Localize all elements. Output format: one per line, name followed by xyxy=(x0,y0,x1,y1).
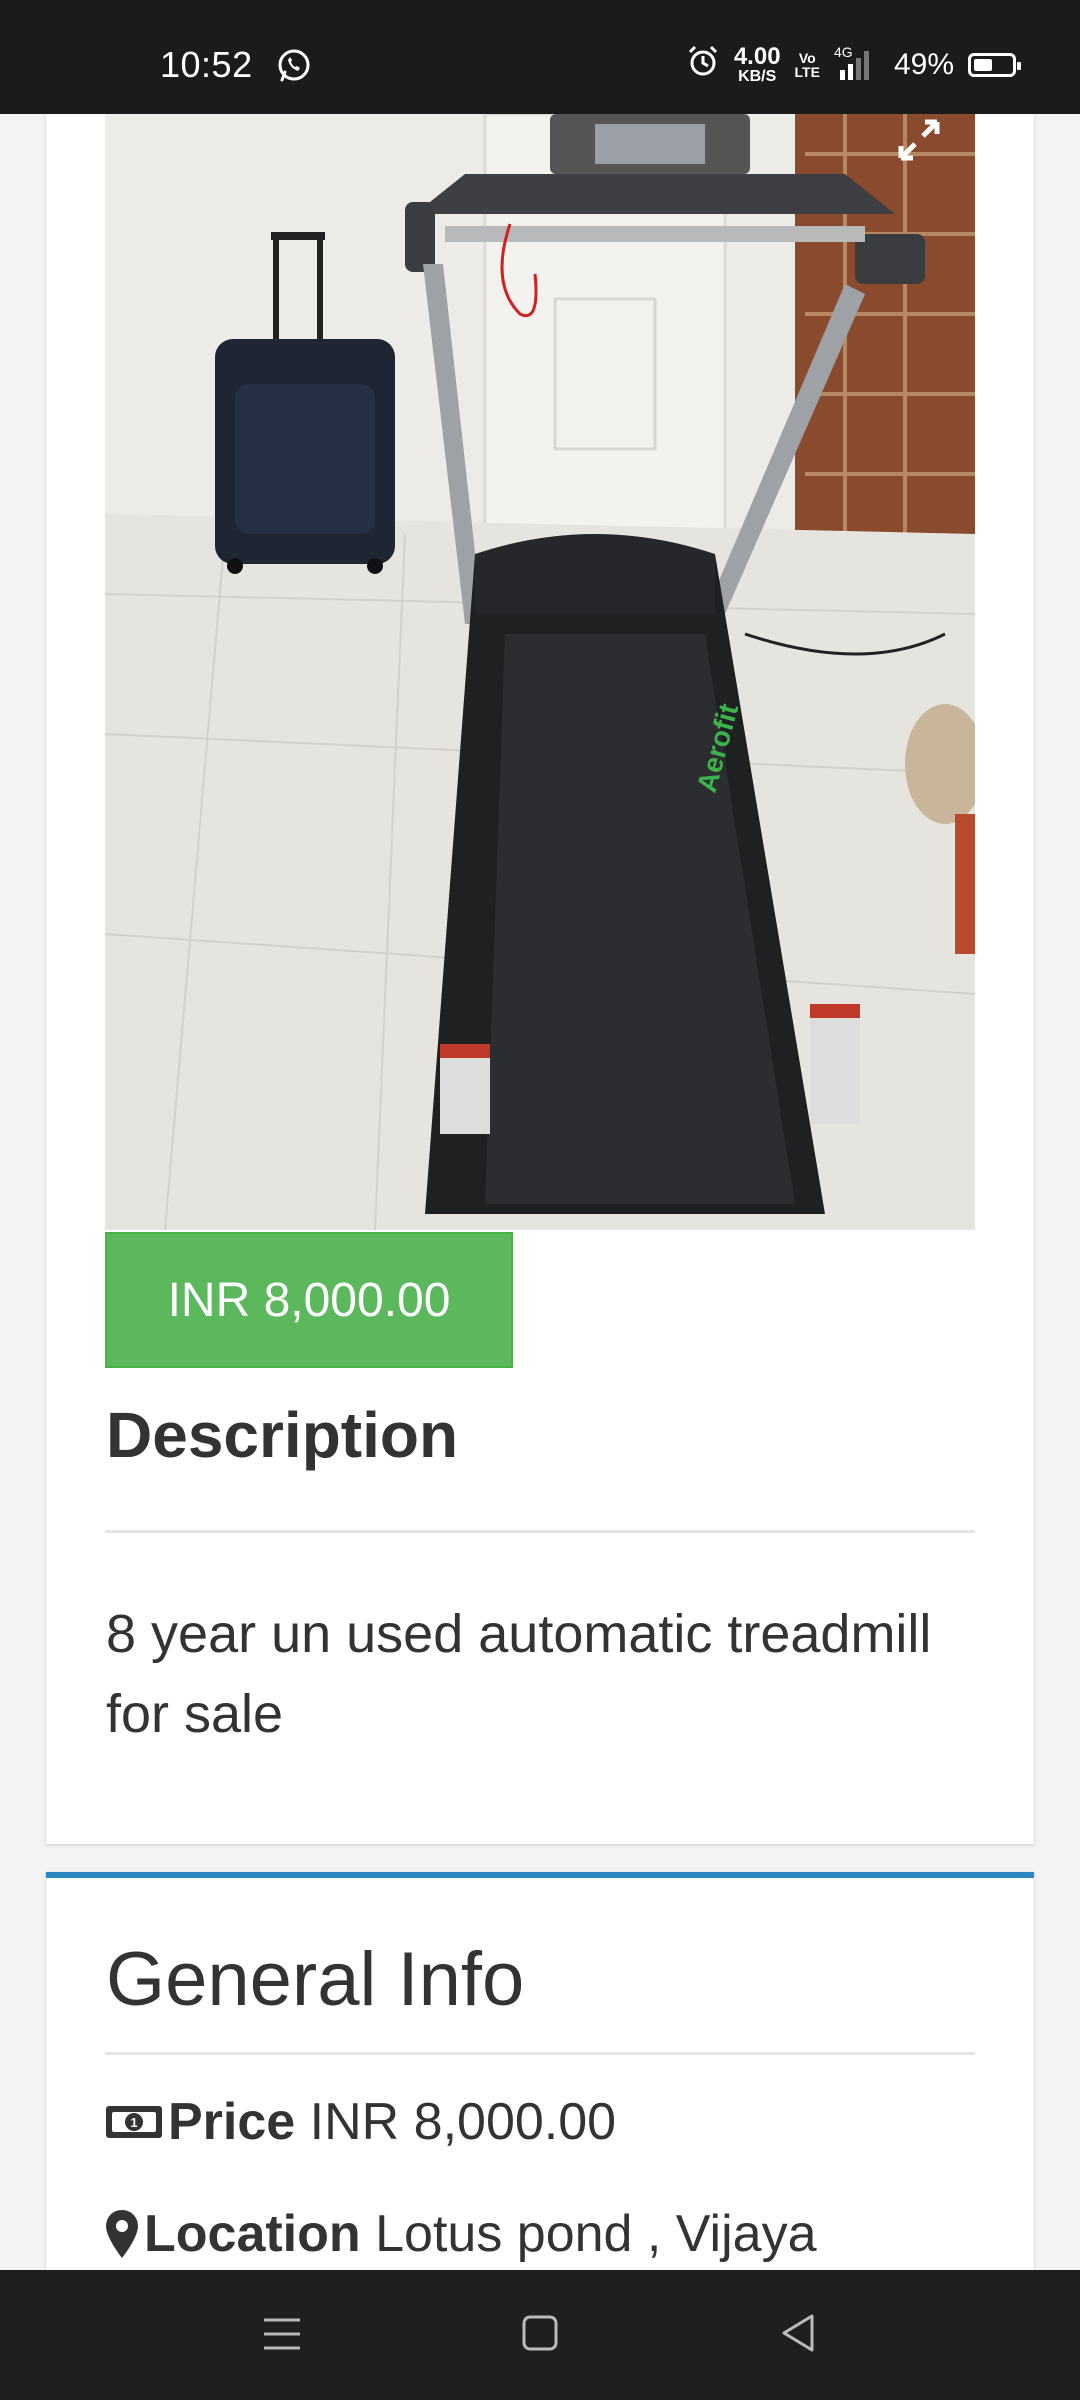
status-indicators: 4.00 KB/S Vo LTE 4G 49% xyxy=(686,43,1021,86)
location-label: Location xyxy=(144,2205,361,2263)
whatsapp-icon xyxy=(276,48,312,89)
svg-text:1: 1 xyxy=(130,2115,137,2130)
listing-photo[interactable]: Aerofit xyxy=(105,114,975,1230)
description-heading: Description xyxy=(106,1399,459,1471)
price-value: INR 8,000.00 xyxy=(309,2093,617,2151)
alarm-icon xyxy=(686,44,720,86)
location-value: Lotus pond , Vijaya xyxy=(375,2205,817,2263)
description-divider xyxy=(105,1530,975,1533)
battery-percent: 49% xyxy=(893,48,954,81)
net-speed: 4.00 KB/S xyxy=(733,43,781,85)
status-time: 10:52 xyxy=(160,44,253,85)
battery-icon xyxy=(968,53,1021,77)
general-info-divider xyxy=(105,2052,975,2055)
general-info-heading: General Info xyxy=(106,1937,525,2022)
status-bar: 10:52 4.00 KB/S Vo LTE 4G 49% xyxy=(0,0,1080,114)
description-text: 8 year un used automatic treadmill for s… xyxy=(106,1604,932,1744)
money-icon: 1 xyxy=(104,2102,164,2142)
menu-icon[interactable] xyxy=(262,2312,302,2361)
info-row-location: Location Lotus pond , Vijaya xyxy=(104,2204,817,2264)
expand-icon[interactable] xyxy=(893,114,945,171)
map-marker-icon xyxy=(104,2208,140,2260)
battery-fill xyxy=(974,59,992,71)
back-icon[interactable] xyxy=(778,2312,818,2361)
volte-indicator: Vo LTE xyxy=(794,50,820,80)
home-icon[interactable] xyxy=(520,2312,560,2361)
price-label: Price xyxy=(168,2093,296,2151)
navigation-bar xyxy=(0,2270,1080,2400)
signal-icon: 4G xyxy=(834,44,880,82)
network-type: 4G xyxy=(833,44,853,60)
price-badge: INR 8,000.00 xyxy=(105,1232,513,1368)
info-row-price: 1 Price INR 8,000.00 xyxy=(104,2092,616,2152)
